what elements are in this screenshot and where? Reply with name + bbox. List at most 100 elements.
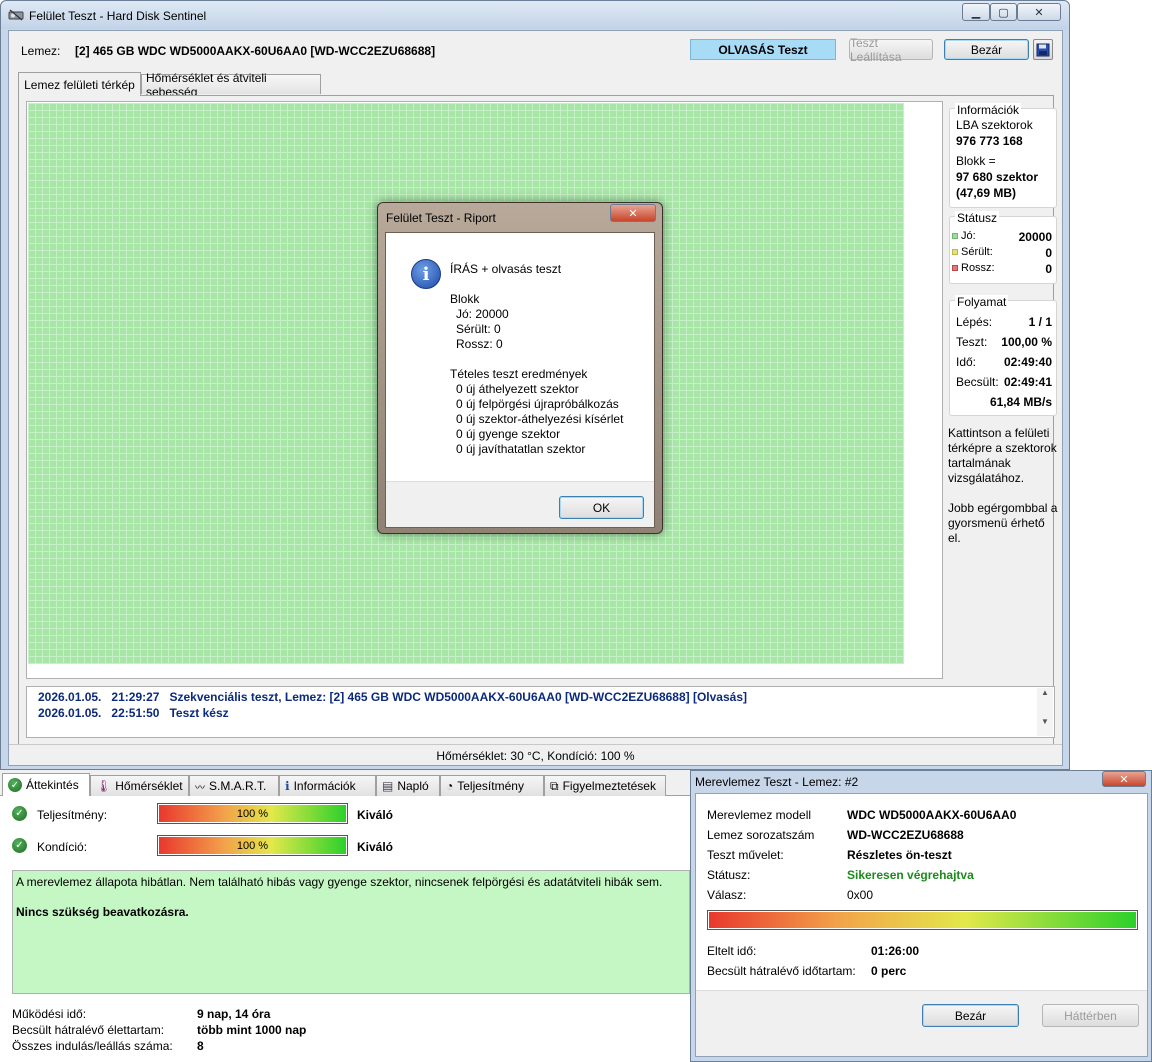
damaged-color-icon [952, 249, 958, 256]
performance-bar-text: 100 % [236, 807, 269, 820]
block-size: (47,69 MB) [956, 186, 1017, 200]
step-row: Lépés: 1 / 1 [956, 315, 1052, 329]
progress-group-title: Folyamat [955, 295, 1009, 309]
elapsed-label: Eltelt idő: [707, 944, 757, 958]
status-bad-label: Rossz: [961, 262, 995, 274]
remaining-label: Becsült hátralévő időtartam: [707, 964, 856, 978]
report-close-button[interactable]: ✕ [610, 204, 656, 222]
self-test-close-x[interactable]: ✕ [1102, 771, 1146, 787]
self-test-window: Merevlemez Teszt - Lemez: #2 ✕ Merevleme… [690, 770, 1152, 1062]
report-results-title: Tételes teszt eredmények [450, 367, 588, 381]
report-dialog-title: Felület Teszt - Riport [386, 211, 496, 225]
close-icon: ✕ [628, 207, 638, 220]
tab-performance[interactable]: ◔ Teljesítmény [440, 775, 544, 796]
tab-log-label: Napló [397, 779, 429, 793]
close-button[interactable]: Bezár [944, 39, 1029, 60]
uptime-label: Működési idő: [12, 1007, 87, 1021]
self-test-body: Merevlemez modell WDC WD5000AAKX-60U6AA0… [695, 793, 1148, 1057]
start-stop-value: 8 [197, 1039, 204, 1053]
tab-overview[interactable]: ✓ Áttekintés [2, 773, 90, 796]
report-line: 0 új áthelyezett szektor [456, 382, 579, 396]
tab-log[interactable]: ▤ Napló [376, 775, 440, 796]
tab-surface-map[interactable]: Lemez felületi térkép [18, 72, 141, 96]
log-time: 21:29:27 [111, 690, 160, 704]
tab-overview-label: Áttekintés [26, 778, 79, 792]
log-scrollbar[interactable]: ▲ ▼ [1037, 688, 1053, 736]
tab-alerts[interactable]: ⧉ Figyelmeztetések [544, 775, 666, 796]
condition-bar: 100 % [157, 835, 348, 856]
alerts-icon: ⧉ [550, 778, 559, 793]
bad-color-icon [952, 265, 958, 272]
remaining-value: 0 perc [871, 964, 907, 978]
self-test-status-value: Sikeresen végrehajtva [847, 868, 974, 882]
log-text: Teszt kész [169, 706, 229, 720]
report-dialog: Felület Teszt - Riport ✕ i ÍRÁS + olvasá… [377, 202, 663, 534]
thermometer-icon: 🌡 [96, 779, 112, 793]
report-line: 0 új javíthatatlan szektor [456, 442, 586, 456]
log-text: Szekvenciális teszt, Lemez: [2] 465 GB W… [169, 690, 747, 704]
self-test-close-button[interactable]: Bezár [922, 1004, 1019, 1027]
report-dialog-footer: OK [386, 481, 654, 527]
hint-context-menu: Jobb egérgombbal a gyorsmenü érhető el. [948, 501, 1058, 545]
step-value: 1 / 1 [1028, 315, 1052, 329]
document-icon: ▤ [382, 779, 394, 793]
time-value: 02:49:40 [1003, 355, 1052, 369]
report-heading: ÍRÁS + olvasás teszt [450, 262, 562, 276]
scroll-up-icon[interactable]: ▲ [1037, 688, 1053, 697]
tab-temperature[interactable]: 🌡 Hőmérséklet [90, 775, 189, 796]
time-row: Idő: 02:49:40 [956, 355, 1052, 369]
performance-label: Teljesítmény: [37, 808, 108, 822]
maximize-button[interactable]: ▢ [990, 3, 1017, 21]
ok-button[interactable]: OK [559, 496, 644, 519]
health-recommendation: Nincs szükség beavatkozásra. [16, 905, 189, 919]
disk-label: Lemez: [21, 44, 61, 58]
tab-smart[interactable]: 〰 S.M.A.R.T. [189, 775, 279, 796]
report-line: Rossz: 0 [456, 337, 503, 351]
good-color-icon [952, 233, 958, 240]
title-bar[interactable]: Felület Teszt - Hard Disk Sentinel ▁ ▢ ✕ [1, 1, 1069, 29]
log-entry: 2026.01.05. 21:29:27 Szekvenciális teszt… [38, 690, 747, 704]
tab-performance-label: Teljesítmény [457, 779, 524, 793]
minimize-button[interactable]: ▁ [962, 3, 990, 21]
condition-label: Kondíció: [37, 840, 88, 854]
estimated-row: Becsült: 02:49:41 [956, 375, 1052, 389]
test-value: 100,00 % [1001, 335, 1052, 349]
close-icon: ✕ [1034, 6, 1044, 19]
performance-rating: Kiváló [357, 808, 394, 822]
elapsed-value: 01:26:00 [871, 944, 920, 958]
estimated-value: 02:49:41 [1003, 375, 1052, 389]
status-good-label: Jó: [961, 230, 976, 242]
status-damaged-label: Sérült: [961, 246, 993, 258]
response-label: Válasz: [707, 888, 747, 902]
background-button[interactable]: Háttérben [1042, 1004, 1139, 1027]
stop-test-button[interactable]: Teszt Leállítása [849, 36, 933, 64]
hint-click-map: Kattintson a felületi térképre a szektor… [948, 426, 1057, 485]
status-good-value: 20000 [1018, 230, 1052, 244]
model-label: Merevlemez modell [707, 808, 812, 822]
serial-value: WD-WCC2EZU68688 [847, 828, 964, 842]
tab-information-label: Információk [293, 779, 356, 793]
info-group-title: Információk [955, 103, 1022, 117]
disk-value: [2] 465 GB WDC WD5000AAKX-60U6AA0 [WD-WC… [75, 44, 436, 58]
step-label: Lépés: [956, 315, 993, 329]
lifetime-value: több mint 1000 nap [197, 1023, 307, 1037]
status-damaged-row: Sérült: 0 [952, 246, 1052, 260]
tab-information[interactable]: ℹ Információk [279, 775, 376, 796]
status-bar: Hőmérséklet: 30 °C, Kondíció: 100 % [9, 744, 1062, 766]
status-group-title: Státusz [955, 211, 1000, 225]
check-icon: ✓ [12, 806, 27, 821]
save-button[interactable] [1033, 39, 1053, 60]
status-damaged-value: 0 [1045, 246, 1052, 260]
save-icon [1036, 43, 1050, 56]
report-line: Sérült: 0 [456, 322, 501, 336]
status-good-row: Jó: 20000 [952, 230, 1052, 244]
self-test-footer: Bezár Háttérben [696, 990, 1147, 1056]
self-test-progress-bar [707, 910, 1138, 930]
log-panel: 2026.01.05. 21:29:27 Szekvenciális teszt… [26, 686, 1055, 738]
condition-rating: Kiváló [357, 840, 394, 854]
minimize-icon: ▁ [971, 6, 981, 19]
tab-temperature-speed[interactable]: Hőmérséklet és átviteli sebesség [141, 71, 321, 99]
close-window-button[interactable]: ✕ [1017, 3, 1061, 21]
serial-label: Lemez sorozatszám [707, 828, 815, 842]
scroll-down-icon[interactable]: ▼ [1037, 717, 1053, 726]
